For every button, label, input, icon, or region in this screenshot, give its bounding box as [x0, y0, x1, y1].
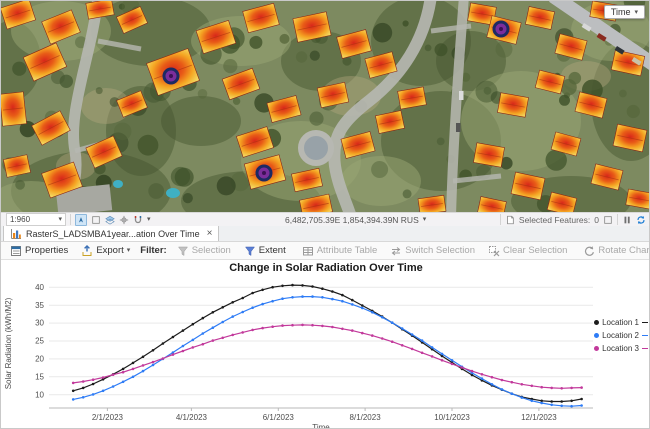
crosshair-icon[interactable]	[119, 215, 129, 225]
rotate-chart-label: Rotate Chart	[598, 245, 650, 256]
selected-features-count: 0	[594, 215, 599, 225]
legend-swatch-dot	[594, 320, 599, 325]
legend-item[interactable]: Location 3	[594, 344, 648, 353]
svg-text:40: 40	[35, 283, 44, 292]
svg-text:10/1/2023: 10/1/2023	[434, 413, 470, 422]
properties-button[interactable]: Properties	[5, 243, 73, 259]
divider	[70, 214, 71, 225]
export-label: Export	[96, 245, 123, 256]
location-marker[interactable]	[494, 22, 508, 36]
legend-label: Location 2	[602, 331, 639, 340]
clear-selection-label: Clear Selection	[503, 245, 567, 256]
clear-selection-button: Clear Selection	[483, 243, 572, 259]
tab-chart-view[interactable]: RasterS_LADSMBA1year...ation Over Time ×	[3, 225, 219, 241]
clear-selection-icon	[488, 245, 500, 257]
attribute-table-label: Attribute Table	[317, 245, 378, 256]
chart-plot-area[interactable]: 10 15 20 25 30 35 40 2/1/2023 4/1/2023 6/1/2023 8/…	[1, 275, 650, 429]
attribute-table-icon	[302, 245, 314, 257]
svg-text:6/1/2023: 6/1/2023	[263, 413, 295, 422]
svg-text:20: 20	[35, 355, 44, 364]
location-marker[interactable]	[257, 166, 271, 180]
switch-selection-label: Switch Selection	[405, 245, 475, 256]
tab-title: RasterS_LADSMBA1year...ation Over Time	[26, 229, 200, 239]
rotate-chart-button: Rotate Chart	[578, 243, 650, 259]
chevron-down-icon: ▾	[127, 247, 131, 254]
legend-label: Location 3	[602, 344, 639, 353]
selection-box-icon[interactable]	[603, 215, 613, 225]
map-aerial-imagery[interactable]	[1, 1, 650, 212]
extent-funnel-icon	[244, 245, 256, 257]
chevron-down-icon: ▾	[634, 9, 638, 16]
status-bar-right-group: Selected Features: 0	[500, 214, 646, 225]
svg-text:12/1/2023: 12/1/2023	[521, 413, 557, 422]
app-window: Time ▾ 1:960 ▾ ▾ 6,482,705.39E 1,854,394…	[0, 0, 650, 429]
legend-line-sample	[642, 348, 648, 350]
rotate-chart-icon	[583, 245, 595, 257]
chart-tab-bar: RasterS_LADSMBA1year...ation Over Time ×	[1, 226, 650, 242]
attribute-table-button: Attribute Table	[297, 243, 383, 259]
svg-text:4/1/2023: 4/1/2023	[176, 413, 208, 422]
legend-label: Location 1	[602, 318, 639, 327]
selection-label: Selection	[192, 245, 231, 256]
svg-text:10: 10	[35, 390, 44, 399]
legend-swatch-dot	[594, 333, 599, 338]
chart-legend: Location 1 Location 2 Location 3	[594, 318, 648, 353]
chevron-down-icon: ▾	[58, 216, 62, 223]
switch-selection-icon	[390, 245, 402, 257]
refresh-icon[interactable]	[636, 215, 646, 225]
extent-label: Extent	[259, 245, 286, 256]
close-icon[interactable]: ×	[207, 229, 213, 239]
chart-icon	[10, 228, 22, 240]
chevron-down-icon: ▾	[147, 216, 151, 223]
time-button-label: Time	[611, 7, 631, 17]
divider	[500, 214, 501, 225]
map-coordinates[interactable]: 6,482,705.39E 1,854,394.39N RUS ▾	[285, 215, 426, 225]
svg-text:25: 25	[35, 337, 44, 346]
map-scale-value: 1:960	[10, 215, 30, 225]
map-scale-combobox[interactable]: 1:960 ▾	[6, 213, 66, 226]
svg-text:35: 35	[35, 301, 44, 310]
snapping-magnet-icon[interactable]	[133, 215, 143, 225]
export-icon	[81, 245, 93, 257]
filter-label: Filter:	[138, 245, 168, 256]
legend-line-sample	[642, 335, 648, 337]
series-line-3	[73, 325, 581, 388]
pause-drawing-icon[interactable]	[622, 215, 632, 225]
switch-selection-button: Switch Selection	[385, 243, 480, 259]
chevron-down-icon: ▾	[423, 216, 427, 223]
legend-item[interactable]: Location 2	[594, 331, 648, 340]
selection-page-icon	[505, 215, 515, 225]
coordinates-value: 6,482,705.39E 1,854,394.39N RUS	[285, 215, 419, 225]
time-range-button[interactable]: Time ▾	[604, 5, 645, 19]
svg-text:15: 15	[35, 372, 44, 381]
divider	[617, 214, 618, 225]
selected-features-label: Selected Features:	[519, 215, 590, 225]
filter-extent-button[interactable]: Extent	[239, 243, 291, 259]
legend-swatch-dot	[594, 346, 599, 351]
svg-text:8/1/2023: 8/1/2023	[350, 413, 382, 422]
selection-funnel-icon	[177, 245, 189, 257]
y-axis-title: Solar Radiation (kWh/M2)	[4, 297, 13, 389]
series-line-1	[73, 285, 581, 401]
svg-text:30: 30	[35, 319, 44, 328]
x-axis-title: Time	[312, 423, 330, 429]
extent-box-icon[interactable]	[91, 215, 101, 225]
location-marker[interactable]	[164, 69, 178, 83]
map-status-bar: 1:960 ▾ ▾ 6,482,705.39E 1,854,394.39N RU…	[1, 212, 650, 226]
legend-line-sample	[642, 322, 648, 324]
layers-icon[interactable]	[105, 215, 115, 225]
legend-item[interactable]: Location 1	[594, 318, 648, 327]
export-button[interactable]: Export ▾	[76, 243, 135, 259]
chart-panel: Change in Solar Radiation Over Time 10 15…	[1, 260, 650, 429]
properties-label: Properties	[25, 245, 68, 256]
properties-icon	[10, 245, 22, 257]
chart-title: Change in Solar Radiation Over Time	[1, 260, 650, 275]
filter-selection-button: Selection	[172, 243, 236, 259]
series-line-2	[73, 297, 581, 407]
map-view[interactable]: Time ▾ 1:960 ▾ ▾ 6,482,705.39E 1,854,394…	[1, 1, 650, 226]
chart-toolbar: Properties Export ▾ Filter: Selection Ex…	[1, 242, 650, 260]
explore-tool-icon[interactable]	[75, 214, 87, 226]
svg-text:2/1/2023: 2/1/2023	[92, 413, 124, 422]
